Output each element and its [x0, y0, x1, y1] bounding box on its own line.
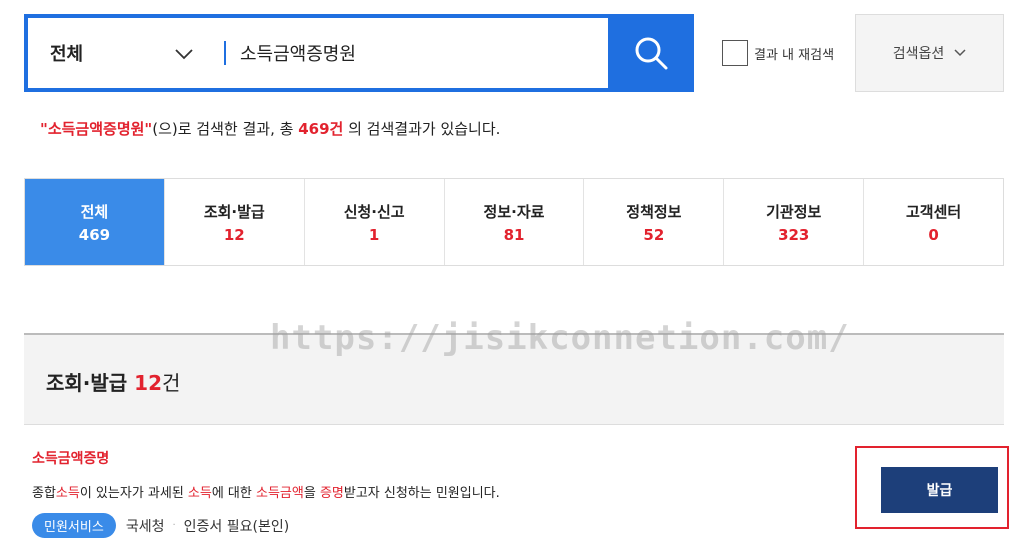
summary-tail: 의 검색결과가 있습니다. [348, 120, 501, 138]
tab-label: 전체 [80, 202, 109, 221]
result-agency: 국세청 [125, 518, 165, 535]
desc-highlight: 소득 [187, 486, 212, 501]
chevron-down-icon [175, 49, 193, 60]
search-box: 전체 소득금액증명원 [24, 14, 694, 92]
section-count: 12 [134, 371, 163, 395]
tab-label: 고객센터 [905, 202, 962, 221]
service-badge: 민원서비스 [32, 513, 116, 538]
recheck-checkbox[interactable] [722, 40, 748, 66]
section-title-label: 조회·발급 [46, 371, 128, 395]
search-icon [635, 37, 668, 70]
result-cert: 인증서 필요(본인) [183, 518, 290, 535]
tab-customer-center[interactable]: 고객센터 0 [863, 179, 1003, 265]
issue-button[interactable]: 발급 [881, 467, 998, 513]
result-meta: 민원서비스 국세청 · 인증서 필요(본인) [32, 513, 289, 538]
summary-mid: (으)로 검색한 결과, 총 [152, 120, 294, 138]
search-options-label: 검색옵션 [892, 46, 945, 62]
watermark: https://jisikconnetion.com/ [270, 318, 850, 358]
desc-highlight: 증명 [319, 486, 344, 501]
tab-policy-info[interactable]: 정책정보 52 [583, 179, 723, 265]
search-scope-value: 전체 [50, 44, 84, 65]
tab-count: 323 [778, 225, 810, 244]
tab-apply-report[interactable]: 신청·신고 1 [303, 179, 444, 265]
desc-text: 종합 [32, 486, 56, 501]
tab-label: 신청·신고 [343, 202, 405, 221]
issue-highlight-box: 발급 [855, 446, 1009, 529]
tab-label: 조회·발급 [203, 202, 265, 221]
search-scope-select[interactable]: 전체 [28, 18, 224, 88]
tab-label: 정보·자료 [483, 202, 545, 221]
desc-text: 이 있는자가 과세된 [79, 486, 188, 501]
tab-all[interactable]: 전체 469 [25, 179, 164, 265]
tab-count: 1 [368, 225, 380, 244]
desc-text: 에 대한 [211, 486, 256, 501]
tab-label: 정책정보 [626, 202, 682, 221]
recheck-label: 결과 내 재검색 [754, 47, 835, 63]
tab-agency-info[interactable]: 기관정보 323 [723, 179, 863, 265]
tab-inquiry-issue[interactable]: 조회·발급 12 [163, 179, 304, 265]
desc-highlight: 소득 [55, 486, 80, 501]
summary-term: "소득금액증명원" [40, 120, 153, 138]
search-input[interactable]: 소득금액증명원 [240, 40, 608, 66]
tab-count: 52 [643, 225, 665, 244]
desc-text: 받고자 신청하는 민원입니다. [343, 486, 500, 501]
tab-count: 81 [503, 225, 525, 244]
tab-count: 12 [223, 225, 245, 244]
result-title[interactable]: 소득금액증명 [32, 448, 109, 468]
search-divider [224, 41, 226, 65]
section-count-unit: 건 [162, 371, 181, 395]
search-options-button[interactable]: 검색옵션 [855, 14, 1004, 92]
desc-text: 을 [303, 486, 320, 501]
recheck-toggle[interactable]: 결과 내 재검색 [722, 40, 834, 66]
summary-total: 469건 [298, 120, 344, 138]
desc-highlight: 소득금액 [256, 486, 304, 501]
meta-separator: · [172, 520, 176, 531]
category-tabs: 전체 469 조회·발급 12 신청·신고 1 정보·자료 81 정책정보 52… [24, 178, 1004, 266]
tab-count: 469 [78, 225, 111, 244]
section-title: 조회·발급 12건 [46, 367, 180, 396]
search-button[interactable] [608, 14, 694, 92]
search-summary: "소득금액증명원"(으)로 검색한 결과, 총 469건 의 검색결과가 있습니… [40, 118, 500, 139]
tab-label: 기관정보 [766, 202, 822, 221]
tab-info-data[interactable]: 정보·자료 81 [443, 179, 584, 265]
tab-count: 0 [928, 225, 939, 244]
chevron-down-icon [954, 49, 966, 57]
result-description: 종합소득이 있는자가 과세된 소득에 대한 소득금액을 증명받고자 신청하는 민… [32, 482, 500, 501]
